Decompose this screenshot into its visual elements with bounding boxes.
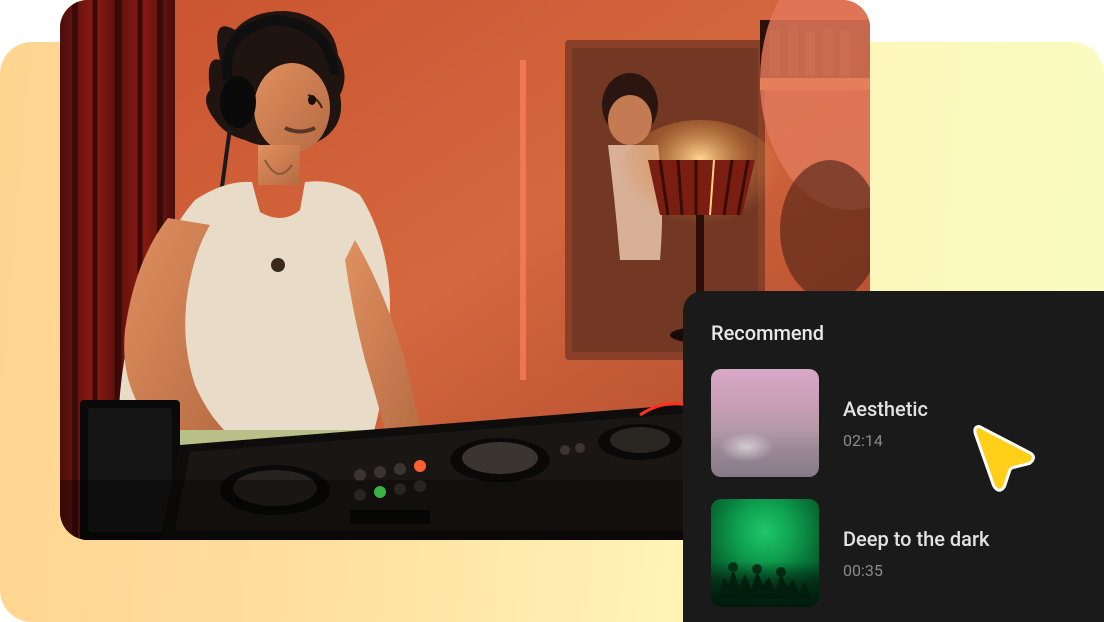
track-title: Aesthetic <box>843 397 928 421</box>
track-duration: 00:35 <box>843 561 989 580</box>
recommend-panel: Recommend Aesthetic 02:14 Deep to the da… <box>683 291 1104 622</box>
track-item[interactable]: Aesthetic 02:14 <box>711 369 1076 477</box>
track-info: Aesthetic 02:14 <box>843 397 928 450</box>
track-item[interactable]: Deep to the dark 00:35 <box>711 499 1076 607</box>
track-thumbnail <box>711 499 819 607</box>
track-duration: 02:14 <box>843 431 928 450</box>
track-info: Deep to the dark 00:35 <box>843 527 989 580</box>
track-thumbnail <box>711 369 819 477</box>
track-title: Deep to the dark <box>843 527 989 551</box>
recommend-heading: Recommend <box>711 321 1076 345</box>
